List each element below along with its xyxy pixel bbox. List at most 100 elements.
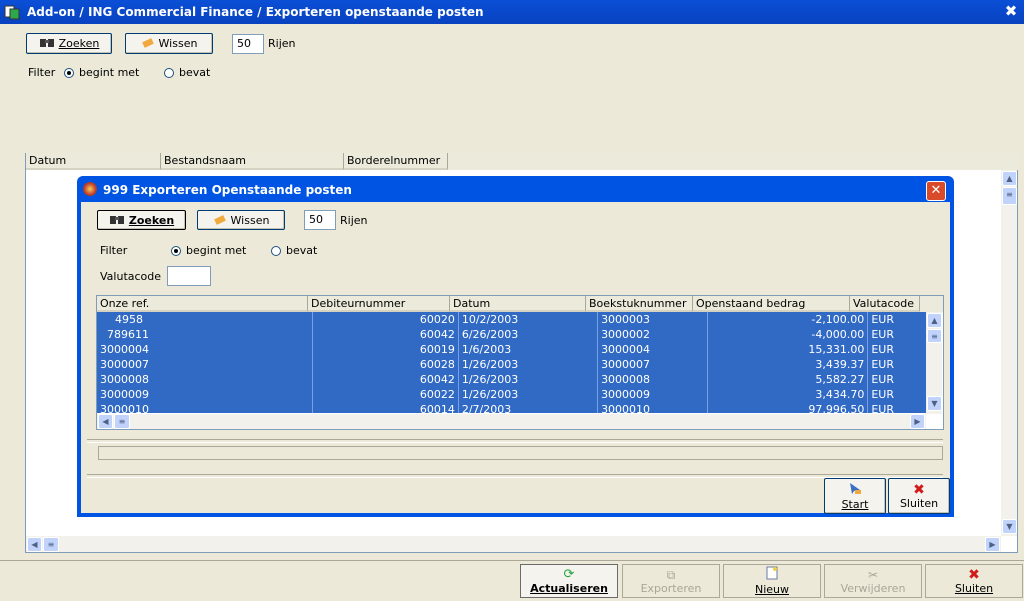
dialog-title: 999 Exporteren Openstaande posten <box>103 183 352 197</box>
table-row[interactable]: 789611 60042 6/26/2003 3000002 -4,000.00 EUR <box>97 327 926 342</box>
dialog-rows-input[interactable]: 50 <box>304 210 336 230</box>
table-cell: EUR <box>867 327 926 342</box>
table-cell: EUR <box>867 402 926 413</box>
table-cell: -2,100.00 <box>707 312 869 327</box>
col-open-amount[interactable]: Openstaand bedrag <box>693 296 850 312</box>
table-cell: 789611 <box>97 327 314 342</box>
table-cell: 60020 <box>312 312 459 327</box>
window-title: Add-on / ING Commercial Finance / Export… <box>27 5 484 19</box>
main-horizontal-scrollbar[interactable] <box>26 536 1001 552</box>
table-cell: 1/26/2003 <box>458 387 599 402</box>
dialog-scroll-thumb[interactable]: ≡ <box>927 329 942 343</box>
delete-label: Verwijderen <box>840 581 906 595</box>
dialog-scroll-left-icon[interactable]: ◀ <box>98 414 113 429</box>
table-cell: 3000007 <box>97 357 314 372</box>
main-col-filename[interactable]: Bestandsnaam <box>161 153 344 170</box>
dialog-hscroll-thumb[interactable]: ≡ <box>114 414 130 429</box>
dialog-filter-contains-label: bevat <box>286 244 318 257</box>
close-x-icon: ✖ <box>913 481 925 498</box>
dialog-close-button[interactable]: ✖ Sluiten <box>888 478 950 514</box>
dialog-scroll-down-icon[interactable]: ▼ <box>927 396 942 411</box>
start-button[interactable]: Start <box>824 478 886 514</box>
table-cell: 3000010 <box>97 402 314 413</box>
window-title-bar: Add-on / ING Commercial Finance / Export… <box>0 0 1024 24</box>
main-scroll-left-icon[interactable]: ◀ <box>27 537 42 552</box>
table-row[interactable]: 3000010 60014 2/7/2003 3000010 97,996.50 EUR <box>97 402 926 413</box>
dialog-scroll-up-icon[interactable]: ▲ <box>927 313 942 328</box>
start-label: Start <box>841 498 869 511</box>
main-scroll-thumb[interactable]: ≡ <box>1002 187 1017 205</box>
filter-radio-contains[interactable] <box>164 68 174 78</box>
dialog-clear-button[interactable]: Wissen <box>197 210 285 230</box>
dialog-rows-viewport: 4958 60020 10/2/2003 3000003 -2,100.00 EUR 789… <box>97 312 926 413</box>
main-col-date[interactable]: Datum <box>26 153 161 170</box>
dialog-clear-label: Wissen <box>230 213 270 227</box>
table-cell: EUR <box>867 342 926 357</box>
currency-input[interactable] <box>167 266 211 286</box>
refresh-button[interactable]: ⟳ Actualiseren <box>520 564 618 598</box>
rows-input[interactable]: 50 <box>232 34 264 54</box>
col-booking-number[interactable]: Boekstuknummer <box>586 296 693 312</box>
dialog-filter-begins-label: begint met <box>186 244 247 257</box>
new-button[interactable]: Nieuw <box>723 564 821 598</box>
dialog-footer-separator <box>87 474 943 478</box>
table-row[interactable]: 3000004 60019 1/6/2003 3000004 15,331.00 EUR <box>97 342 926 357</box>
search-button-label: Zoeken <box>58 37 100 50</box>
table-cell: 60019 <box>312 342 459 357</box>
table-cell: -4,000.00 <box>707 327 869 342</box>
currency-label: Valutacode <box>100 270 162 283</box>
binoculars-icon <box>39 36 55 51</box>
main-scroll-down-icon[interactable]: ▼ <box>1002 519 1017 534</box>
export-button[interactable]: ⧉ Exporteren <box>622 564 720 598</box>
main-scroll-right-icon[interactable]: ▶ <box>985 537 1000 552</box>
dialog-search-button[interactable]: Zoeken <box>97 210 186 230</box>
dialog-body: Zoeken Wissen 50 Rijen Filter begint met… <box>81 202 950 514</box>
window-close-icon[interactable]: ✖ <box>1002 2 1020 20</box>
table-row[interactable]: 4958 60020 10/2/2003 3000003 -2,100.00 EUR <box>97 312 926 327</box>
table-cell: 60022 <box>312 387 459 402</box>
filter-begins-label: begint met <box>79 66 140 79</box>
table-cell: 3000008 <box>97 372 314 387</box>
table-row[interactable]: 3000008 60042 1/26/2003 3000008 5,582.27 EUR <box>97 372 926 387</box>
filter-radio-begins[interactable] <box>64 68 74 78</box>
refresh-label: Actualiseren <box>530 581 608 595</box>
main-hscroll-thumb[interactable]: ≡ <box>43 537 59 552</box>
dialog-horizontal-scrollbar[interactable] <box>97 414 926 429</box>
main-scroll-up-icon[interactable]: ▲ <box>1002 171 1017 186</box>
binoculars-icon <box>109 213 125 228</box>
progress-bar <box>98 446 943 460</box>
col-date[interactable]: Datum <box>450 296 586 312</box>
table-cell: 3000009 <box>97 387 314 402</box>
col-currency[interactable]: Valutacode <box>850 296 920 312</box>
dialog-scroll-right-icon[interactable]: ▶ <box>910 414 925 429</box>
main-vertical-scrollbar[interactable] <box>1001 170 1017 536</box>
col-our-ref[interactable]: Onze ref. <box>97 296 308 312</box>
table-row[interactable]: 3000009 60022 1/26/2003 3000009 3,434.70 EUR <box>97 387 926 402</box>
dialog-close-icon[interactable]: ✕ <box>926 181 946 201</box>
table-cell: 1/26/2003 <box>458 372 599 387</box>
table-cell: 2/7/2003 <box>458 402 599 413</box>
dialog-search-label: Zoeken <box>128 213 175 227</box>
clear-button[interactable]: Wissen <box>125 33 213 54</box>
export-dialog: 999 Exporteren Openstaande posten ✕ Zoek… <box>77 176 954 517</box>
table-cell: 60042 <box>312 372 459 387</box>
main-col-borderel[interactable]: Borderelnummer <box>344 153 448 170</box>
dialog-filter-radio-contains[interactable] <box>271 246 281 256</box>
table-cell: 60042 <box>312 327 459 342</box>
dialog-filter-radio-begins[interactable] <box>171 246 181 256</box>
export-label: Exporteren <box>640 581 702 595</box>
table-cell: 3000008 <box>597 372 708 387</box>
app-icon <box>4 4 20 20</box>
table-cell: 3000004 <box>597 342 708 357</box>
close-button[interactable]: ✖ Sluiten <box>925 564 1023 598</box>
table-cell: 3000007 <box>597 357 708 372</box>
search-button[interactable]: Zoeken <box>26 33 112 54</box>
delete-button[interactable]: ✂ Verwijderen <box>824 564 922 598</box>
clear-button-label: Wissen <box>158 37 198 50</box>
table-cell: 3000009 <box>597 387 708 402</box>
table-row[interactable]: 3000007 60028 1/26/2003 3000007 3,439.37 EUR <box>97 357 926 372</box>
table-cell: 97,996.50 <box>707 402 869 413</box>
dialog-rows-label: Rijen <box>340 214 368 227</box>
table-cell: EUR <box>867 357 926 372</box>
col-debtor-number[interactable]: Debiteurnummer <box>308 296 450 312</box>
